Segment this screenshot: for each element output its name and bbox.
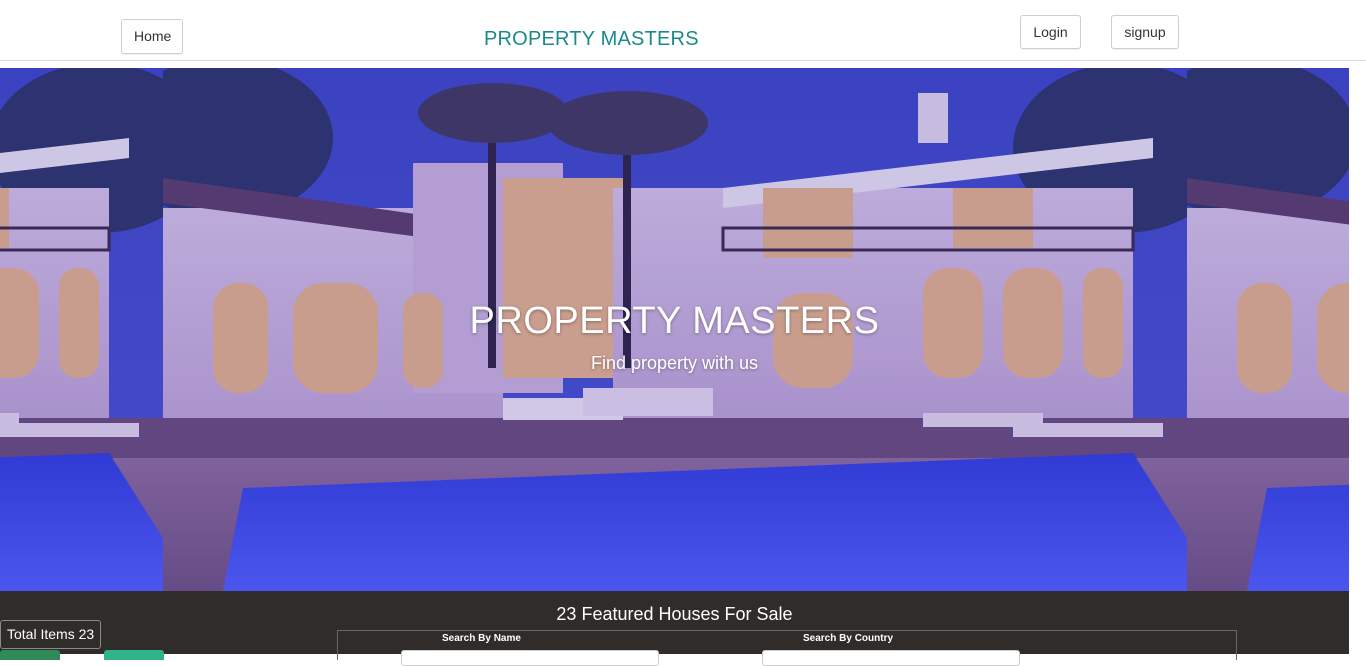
- search-by-country-label: Search By Country: [803, 633, 894, 644]
- search-panel: Search By Name Search By Country: [337, 630, 1237, 666]
- login-button[interactable]: Login: [1020, 15, 1081, 49]
- hero-subtitle: Find property with us: [590, 353, 759, 373]
- total-items-badge: Total Items 23: [0, 620, 102, 649]
- hero-title: PROPERTY MASTERS: [469, 300, 880, 342]
- hero-carousel[interactable]: PROPERTY MASTERS Find property with us: [0, 68, 1349, 591]
- brand-title[interactable]: PROPERTY MASTERS: [484, 28, 699, 51]
- featured-section: 23 Featured Houses For Sale Total Items …: [0, 591, 1349, 666]
- top-navbar: Home PROPERTY MASTERS Login signup: [0, 0, 1366, 61]
- signup-button[interactable]: signup: [1111, 15, 1179, 49]
- search-by-country-input[interactable]: [762, 650, 1020, 666]
- action-button-2[interactable]: [104, 650, 164, 660]
- home-button[interactable]: Home: [121, 19, 183, 54]
- featured-title: 23 Featured Houses For Sale: [556, 604, 793, 624]
- search-by-name-input[interactable]: [401, 650, 659, 666]
- action-button-1[interactable]: [0, 650, 60, 660]
- search-by-name-label: Search By Name: [442, 633, 521, 644]
